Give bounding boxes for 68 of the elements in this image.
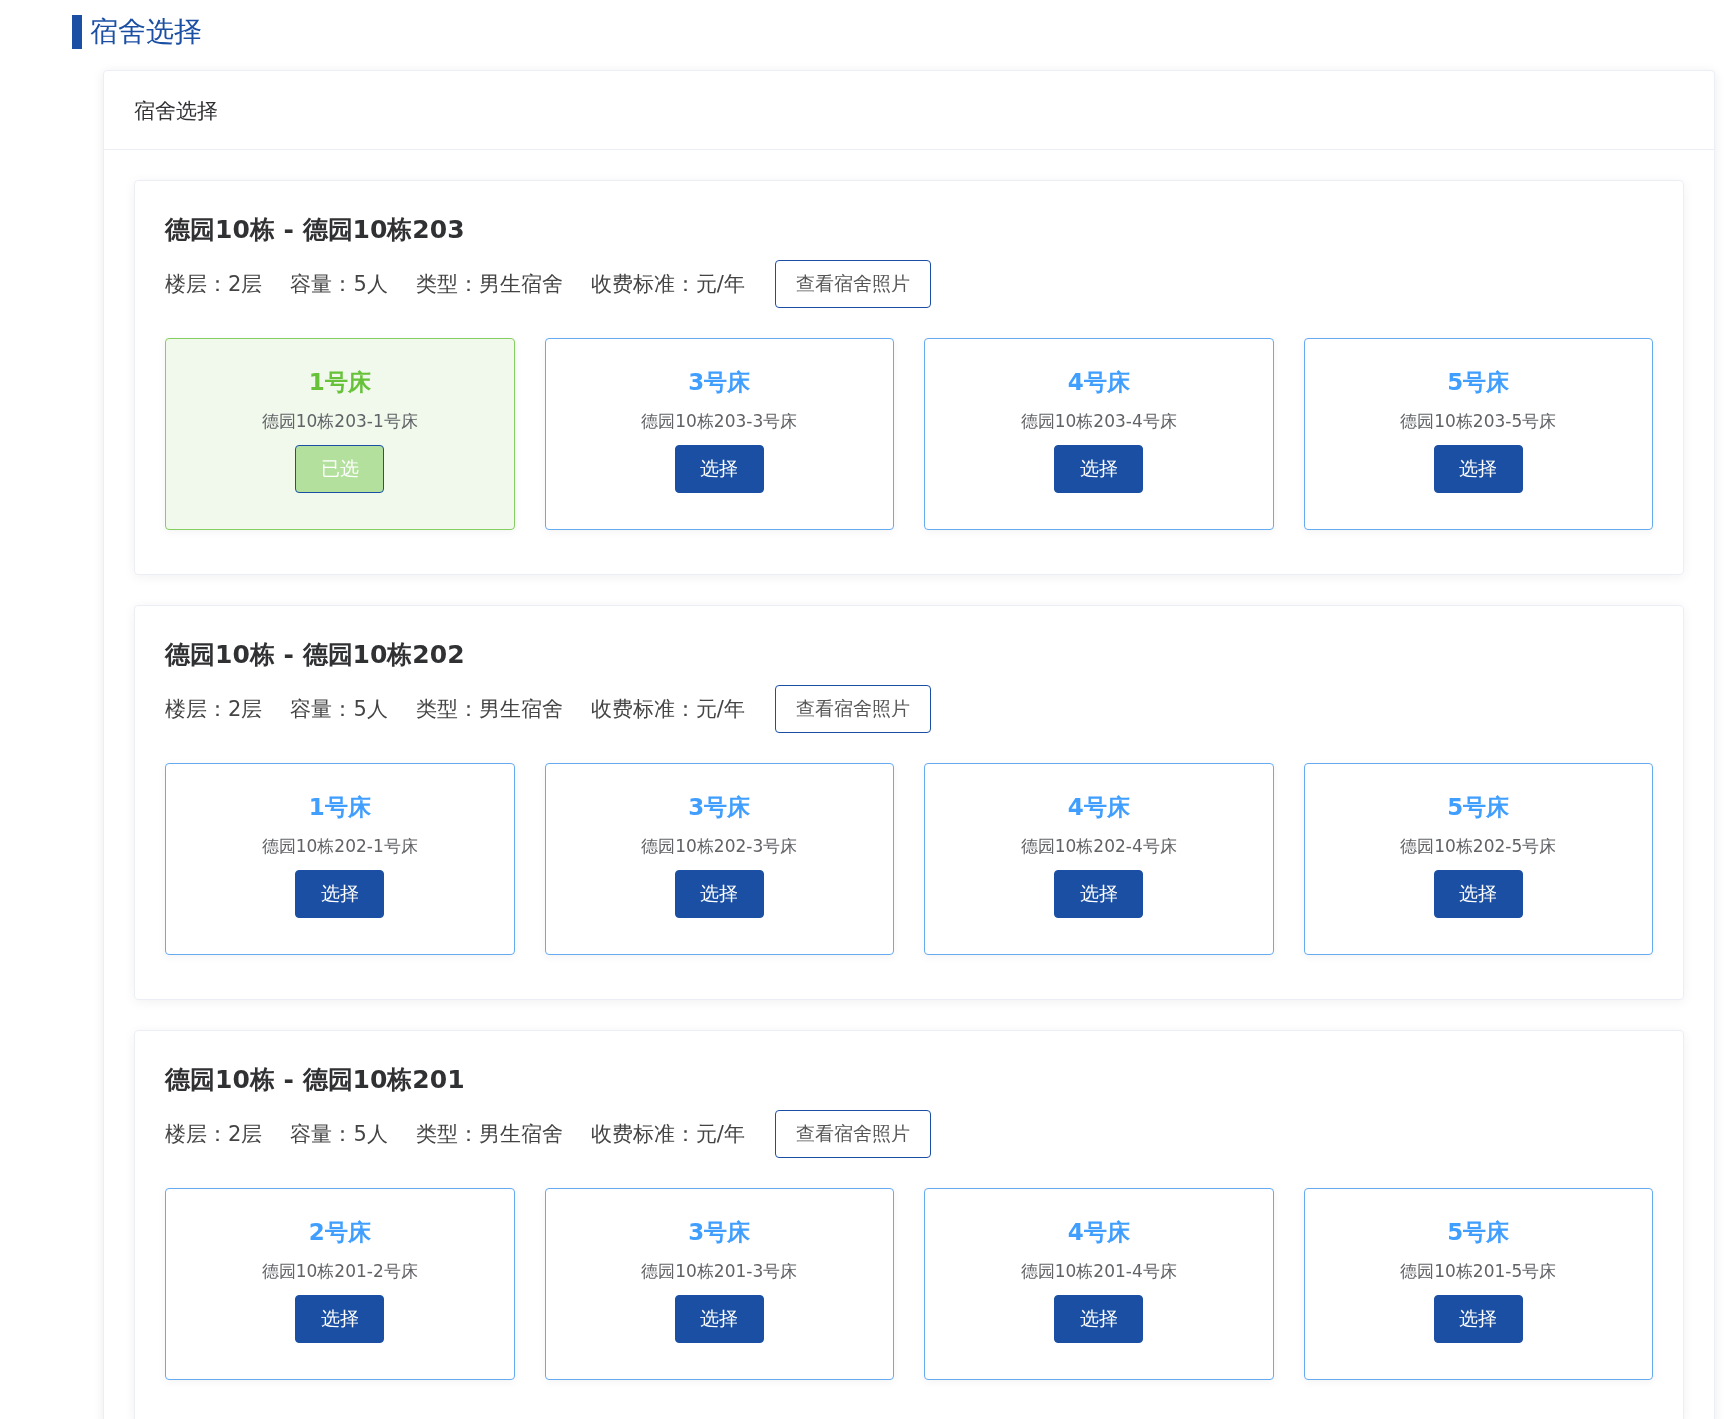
panel-title: 宿舍选择 [134, 99, 218, 123]
fee-text: 收费标准：元/年 [590, 271, 745, 298]
bed-number: 1号床 [308, 368, 371, 397]
bed-card[interactable]: 4号床 德园10栋203-4号床 选择 [924, 338, 1274, 530]
type-text: 类型：男生宿舍 [415, 696, 563, 723]
bed-label: 德园10栋201-4号床 [1020, 1260, 1177, 1283]
bed-number: 4号床 [1067, 1218, 1130, 1247]
bed-label: 德园10栋202-3号床 [641, 835, 798, 858]
bed-label: 德园10栋201-3号床 [641, 1260, 798, 1283]
title-accent-bar [72, 15, 82, 49]
select-button[interactable]: 选择 [1054, 1295, 1144, 1343]
bed-number: 3号床 [688, 368, 751, 397]
select-button[interactable]: 选择 [1054, 445, 1144, 493]
room-title: 德园10栋 - 德园10栋202 [165, 639, 466, 671]
room-title: 德园10栋 - 德园10栋203 [165, 214, 466, 246]
type-text: 类型：男生宿舍 [415, 1121, 563, 1148]
room-title: 德园10栋 - 德园10栋201 [165, 1064, 466, 1096]
floor-text: 楼层：2层 [165, 1121, 263, 1148]
bed-number: 5号床 [1447, 793, 1510, 822]
select-button[interactable]: 选择 [1433, 445, 1523, 493]
view-photos-button[interactable]: 查看宿舍照片 [774, 1110, 931, 1158]
bed-number: 1号床 [308, 793, 371, 822]
bed-label: 德园10栋201-2号床 [261, 1260, 418, 1283]
bed-number: 2号床 [308, 1218, 371, 1247]
bed-number: 4号床 [1067, 793, 1130, 822]
bed-number: 3号床 [688, 793, 751, 822]
bed-label: 德园10栋203-5号床 [1400, 410, 1557, 433]
select-button[interactable]: 选择 [674, 445, 764, 493]
bed-label: 德园10栋202-4号床 [1020, 835, 1177, 858]
select-button[interactable]: 选择 [295, 1295, 385, 1343]
select-button[interactable]: 选择 [1433, 1295, 1523, 1343]
bed-card[interactable]: 2号床 德园10栋201-2号床 选择 [165, 1188, 515, 1380]
bed-card[interactable]: 5号床 德园10栋201-5号床 选择 [1303, 1188, 1653, 1380]
bed-number: 5号床 [1447, 1218, 1510, 1247]
bed-label: 德园10栋201-5号床 [1400, 1260, 1557, 1283]
type-text: 类型：男生宿舍 [415, 271, 563, 298]
select-button[interactable]: 选择 [1054, 870, 1144, 918]
capacity-text: 容量：5人 [290, 1121, 388, 1148]
bed-number: 4号床 [1067, 368, 1130, 397]
bed-number: 3号床 [688, 1218, 751, 1247]
bed-number: 5号床 [1447, 368, 1510, 397]
bed-card[interactable]: 5号床 德园10栋203-5号床 选择 [1303, 338, 1653, 530]
capacity-text: 容量：5人 [290, 271, 388, 298]
bed-card[interactable]: 3号床 德园10栋202-3号床 选择 [544, 763, 894, 955]
bed-label: 德园10栋202-5号床 [1400, 835, 1557, 858]
bed-card[interactable]: 1号床 德园10栋202-1号床 选择 [165, 763, 515, 955]
floor-text: 楼层：2层 [165, 271, 263, 298]
bed-label: 德园10栋203-1号床 [261, 410, 418, 433]
bed-card[interactable]: 5号床 德园10栋202-5号床 选择 [1303, 763, 1653, 955]
bed-card[interactable]: 4号床 德园10栋202-4号床 选择 [924, 763, 1274, 955]
bed-card[interactable]: 1号床 德园10栋203-1号床 已选 [165, 338, 515, 530]
bed-label: 德园10栋202-1号床 [261, 835, 418, 858]
fee-text: 收费标准：元/年 [590, 1121, 745, 1148]
view-photos-button[interactable]: 查看宿舍照片 [774, 685, 931, 733]
bed-card[interactable]: 4号床 德园10栋201-4号床 选择 [924, 1188, 1274, 1380]
bed-card[interactable]: 3号床 德园10栋203-3号床 选择 [544, 338, 894, 530]
select-button[interactable]: 选择 [1433, 870, 1523, 918]
floor-text: 楼层：2层 [165, 696, 263, 723]
page-title: 宿舍选择 [90, 14, 202, 50]
select-button[interactable]: 选择 [674, 870, 764, 918]
select-button[interactable]: 选择 [295, 870, 385, 918]
bed-card[interactable]: 3号床 德园10栋201-3号床 选择 [544, 1188, 894, 1380]
bed-label: 德园10栋203-4号床 [1020, 410, 1177, 433]
fee-text: 收费标准：元/年 [590, 696, 745, 723]
view-photos-button[interactable]: 查看宿舍照片 [774, 260, 931, 308]
bed-label: 德园10栋203-3号床 [641, 410, 798, 433]
select-button[interactable]: 选择 [674, 1295, 764, 1343]
capacity-text: 容量：5人 [290, 696, 388, 723]
